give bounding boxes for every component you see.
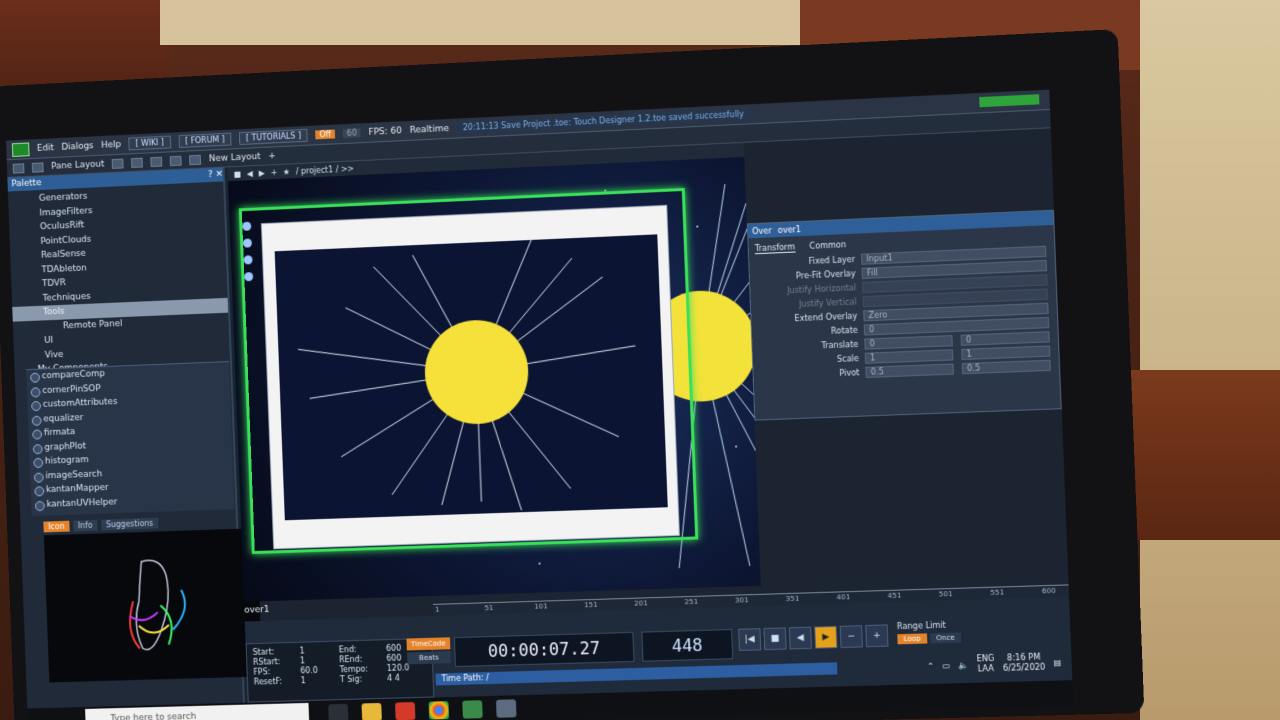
network-viewport[interactable]: ■ ◀ ▶ + ★ / project1 / >> (227, 142, 761, 602)
fps-toggle[interactable]: 60 (342, 128, 361, 139)
palette-tabs: Icon Info Suggestions (43, 517, 159, 533)
fps-label: FPS: 60 (368, 125, 402, 138)
tab-icon[interactable]: Icon (43, 520, 70, 533)
plus-button[interactable]: + (865, 624, 889, 648)
pane-icon-2[interactable] (31, 161, 44, 173)
fps-value[interactable]: 60.0 (300, 665, 340, 675)
palette-title: Palette (11, 178, 42, 190)
op-name[interactable]: over1 (778, 224, 802, 234)
sun-render (275, 234, 668, 520)
timecode-display[interactable]: 00:00:07.27 (453, 631, 635, 668)
param-field-2[interactable]: 0.5 (961, 359, 1051, 374)
system-tray: ⌃ ▭ 🔈 ENG LAA 8:16 PM 6/25/2020 ▤ (927, 652, 1062, 676)
pane-layout-label: Pane Layout (50, 158, 105, 172)
forum-link[interactable]: [ FORUM ] (178, 132, 232, 148)
tab-suggestions[interactable]: Suggestions (100, 517, 159, 531)
component-list: compareComp cornerPinSOP customAttribute… (26, 361, 235, 517)
viewer-tool-icon[interactable] (243, 255, 253, 265)
new-layout-button[interactable]: New Layout (209, 151, 261, 163)
language-indicator[interactable]: ENG LAA (976, 654, 995, 675)
over-node-viewer[interactable] (260, 204, 680, 550)
screen: Edit Dialogs Help [ WIKI ] [ FORUM ] [ T… (5, 89, 1074, 720)
palette-panel: Palette ? ✕ Generators ImageFilters Ocul… (7, 167, 263, 720)
once-button[interactable]: Once (929, 632, 962, 644)
pane-icon[interactable] (12, 162, 25, 174)
viewer-tool-icon[interactable] (241, 221, 251, 231)
beats-button[interactable]: Beats (406, 651, 451, 665)
node-label: over1 (244, 604, 270, 616)
menu-help[interactable]: Help (101, 139, 121, 150)
param-field[interactable]: 0.5 (865, 362, 954, 378)
layout-preset-4[interactable] (169, 155, 182, 166)
app-icon[interactable] (395, 702, 416, 720)
layout-preset-2[interactable] (131, 157, 144, 168)
frame-display[interactable]: 448 (641, 628, 734, 662)
over-node-image (274, 234, 668, 521)
minus-button[interactable]: − (839, 625, 863, 649)
performance-indicator (979, 94, 1040, 108)
rewind-button[interactable]: |◀ (738, 628, 762, 651)
timecode-button[interactable]: TimeCode (406, 637, 451, 651)
start-value[interactable]: 1 (299, 646, 339, 656)
palette-close-icon[interactable]: ? ✕ (208, 170, 223, 181)
clock[interactable]: 8:16 PM 6/25/2020 (1002, 652, 1046, 674)
menu-edit[interactable]: Edit (37, 143, 54, 154)
add-layout-icon[interactable]: + (268, 151, 276, 161)
app-logo-icon (11, 141, 30, 157)
stop-button[interactable]: ■ (763, 627, 787, 651)
menu-dialogs[interactable]: Dialogs (61, 141, 93, 152)
viewer-tool-icon[interactable] (243, 272, 253, 282)
range-limit-label: Range Limit (896, 620, 947, 632)
parameter-panel: Over over1 Transform Common Fixed Layer I… (746, 209, 1062, 421)
notification-icon[interactable]: ▤ (1053, 658, 1061, 667)
room-wall-top (160, 0, 800, 45)
transport-controls: |◀ ■ ◀ ▶ − + (738, 624, 889, 651)
loop-button[interactable]: Loop (897, 633, 928, 645)
off-button[interactable]: Off (315, 129, 336, 140)
reset-value[interactable]: 1 (301, 675, 341, 685)
palette-tree: Generators ImageFilters OculusRift Point… (8, 181, 230, 378)
preview-graphic (44, 528, 263, 682)
chrome-icon[interactable] (428, 701, 450, 720)
file-explorer-icon[interactable] (361, 702, 382, 720)
network-icon[interactable]: ▭ (942, 661, 950, 670)
tab-info[interactable]: Info (72, 519, 98, 532)
touchdesigner-icon[interactable] (462, 700, 483, 719)
component-preview (43, 528, 263, 683)
layout-preset-5[interactable] (189, 154, 202, 165)
app-icon-2[interactable] (495, 699, 517, 718)
tsig-value[interactable]: 4 4 (387, 673, 427, 683)
chevron-up-icon[interactable]: ⌃ (927, 661, 934, 670)
step-back-button[interactable]: ◀ (788, 626, 813, 650)
monitor: Edit Dialogs Help [ WIKI ] [ FORUM ] [ T… (0, 29, 1145, 720)
rstart-value[interactable]: 1 (300, 655, 340, 665)
layout-preset-3[interactable] (150, 156, 163, 167)
play-button[interactable]: ▶ (814, 625, 838, 649)
wiki-link[interactable]: [ WIKI ] (128, 135, 171, 151)
room-wall-right (1140, 0, 1280, 720)
tutorials-link[interactable]: [ TUTORIALS ] (238, 128, 308, 146)
viewer-tools (237, 221, 258, 321)
range-limit-toggle: Loop Once (897, 632, 962, 645)
volume-icon[interactable]: 🔈 (958, 660, 969, 669)
task-view-icon[interactable] (328, 703, 349, 720)
viewer-tool-icon[interactable] (242, 238, 252, 248)
tab-common[interactable]: Common (809, 240, 846, 252)
tab-transform[interactable]: Transform (754, 242, 796, 255)
realtime-toggle[interactable]: Realtime (410, 123, 450, 135)
layout-preset-1[interactable] (111, 158, 124, 169)
op-type: Over (751, 225, 772, 236)
